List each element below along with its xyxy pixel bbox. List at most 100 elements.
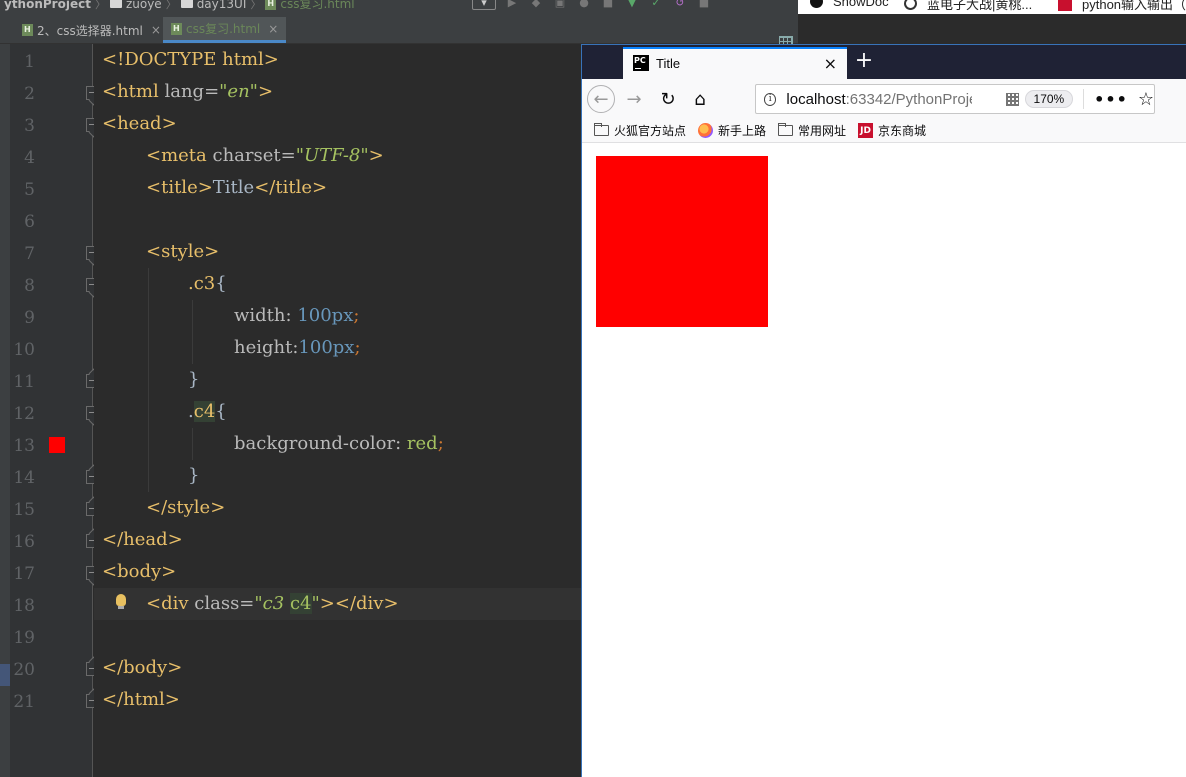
jd-icon: JD xyxy=(858,123,874,138)
line-number: 9 xyxy=(24,308,35,328)
breadcrumb-file[interactable]: css复习.html xyxy=(261,0,358,12)
back-button[interactable]: ← xyxy=(587,85,615,113)
vcs-commit-icon[interactable]: ✓ xyxy=(648,0,664,10)
color-swatch-icon[interactable] xyxy=(49,437,65,453)
qr-code-icon[interactable] xyxy=(1006,92,1019,106)
home-button[interactable]: ⌂ xyxy=(686,85,714,113)
code-line: </html> xyxy=(94,684,582,716)
run-icon[interactable]: ▶ xyxy=(504,0,520,10)
stop-icon[interactable]: ■ xyxy=(600,0,616,10)
red-div-box xyxy=(596,156,768,327)
code-content: <style> xyxy=(146,242,219,262)
bookmark-firefox-official[interactable]: 火狐官方站点 xyxy=(594,122,686,139)
code-line: background-color: red; xyxy=(94,428,582,460)
code-token: "c3 xyxy=(254,593,290,614)
code-line: </style> xyxy=(94,492,582,524)
debug-icon[interactable]: ◆ xyxy=(528,0,544,10)
lightbulb-icon[interactable] xyxy=(116,594,126,609)
bookmarks-toolbar: 火狐官方站点 新手上路 常用网址 JD 京东商城 xyxy=(582,119,1186,143)
browser-tab-bar: PC Title × + xyxy=(582,45,1186,79)
code-token: c4 xyxy=(193,401,216,422)
reload-button[interactable]: ↻ xyxy=(654,85,682,113)
bookmark-jd[interactable]: JD 京东商城 xyxy=(858,122,926,139)
close-icon[interactable]: × xyxy=(268,22,278,36)
code-token: charset= xyxy=(212,145,296,166)
code-token: </title> xyxy=(254,177,328,198)
code-token: c4 xyxy=(289,593,312,614)
line-number: 15 xyxy=(13,500,35,520)
bookmark-csdn[interactable]: python输入输出（ xyxy=(1058,0,1186,13)
tool-window-marker[interactable] xyxy=(0,664,10,686)
vcs-update-icon[interactable]: ▼ xyxy=(624,0,640,10)
folder-icon xyxy=(109,0,122,8)
code-line-current: <div class="c3 c4"></div> xyxy=(94,588,582,620)
browser-nav-bar: ← → ↻ ⌂ i localhost:63342/PythonProje 17… xyxy=(582,79,1186,119)
code-token: <style> xyxy=(146,241,220,262)
code-token: <html xyxy=(102,81,165,102)
bookmark-label: python输入输出（ xyxy=(1082,0,1186,12)
close-icon[interactable]: × xyxy=(824,54,837,73)
forward-button[interactable]: → xyxy=(620,85,648,113)
editor-tab-bar: 2、css选择器.html × css复习.html × xyxy=(0,14,798,50)
close-icon[interactable]: × xyxy=(151,23,161,37)
code-content: <html lang="en"> xyxy=(102,82,273,102)
code-token: lang= xyxy=(164,81,220,102)
ide-navigation-bar: ythonProject 〉 zuoye 〉 day13UI 〉 css复习.h… xyxy=(0,0,798,14)
stop-all-icon[interactable]: ■ xyxy=(696,0,712,10)
search-icon xyxy=(904,0,917,10)
code-content: background-color: red; xyxy=(234,434,444,454)
code-content: <div class="c3 c4"></div> xyxy=(146,593,399,614)
code-token: <div xyxy=(146,593,195,614)
code-token: </style> xyxy=(146,497,226,518)
url-text[interactable]: localhost:63342/PythonProje xyxy=(786,91,972,108)
ide-toolbar: ▾ ▶ ◆ ▣ ● ■ ▼ ✓ ↺ ■ xyxy=(472,0,712,10)
code-token: { xyxy=(215,401,227,422)
line-number: 11 xyxy=(13,372,35,392)
bookmark-showdoc[interactable]: ShowDoc xyxy=(810,0,889,9)
breadcrumb-label: zuoye xyxy=(125,0,162,11)
code-token: height: xyxy=(234,337,299,358)
vcs-history-icon[interactable]: ↺ xyxy=(672,0,688,10)
bookmark-getting-started[interactable]: 新手上路 xyxy=(698,122,766,139)
bookmark-label: 蓝电子大战|黄桃... xyxy=(927,0,1033,12)
breadcrumb-folder-day13[interactable]: day13UI xyxy=(177,0,251,11)
run-config-dropdown[interactable]: ▾ xyxy=(472,0,496,10)
page-actions-icon[interactable]: ••• xyxy=(1094,90,1128,109)
breadcrumb-folder-zuoye[interactable]: zuoye xyxy=(106,0,166,11)
bookmark-common-sites[interactable]: 常用网址 xyxy=(778,122,846,139)
browser-tab-title[interactable]: PC Title × xyxy=(623,47,847,79)
zoom-level-badge[interactable]: 170% xyxy=(1024,90,1074,108)
code-token: ; xyxy=(353,305,360,326)
bookmark-star-icon[interactable]: ☆ xyxy=(1138,89,1154,110)
breadcrumb-project[interactable]: ythonProject xyxy=(0,0,95,11)
tab-css-selectors[interactable]: 2、css选择器.html × xyxy=(14,17,169,43)
jd-icon-text: JD xyxy=(860,125,871,136)
tab-css-review[interactable]: css复习.html × xyxy=(163,17,287,43)
code-content: </style> xyxy=(146,498,225,518)
code-token: class= xyxy=(194,593,255,614)
info-icon[interactable]: i xyxy=(764,92,777,106)
line-number: 20 xyxy=(13,660,35,680)
code-line: <title>Title</title> xyxy=(94,172,582,204)
code-token: <body> xyxy=(102,561,177,582)
code-token: </head> xyxy=(102,529,183,550)
profile-icon[interactable]: ● xyxy=(576,0,592,10)
url-bar[interactable]: i localhost:63342/PythonProje 170% ••• ☆ xyxy=(755,84,1155,114)
code-token: width: xyxy=(234,305,298,326)
new-tab-button[interactable]: + xyxy=(852,50,876,74)
line-number: 4 xyxy=(24,148,35,168)
bookmark-search[interactable]: 蓝电子大战|黄桃... xyxy=(904,0,1032,13)
code-content: <title>Title</title> xyxy=(146,178,327,198)
code-line: <body> xyxy=(94,556,582,588)
code-token: } xyxy=(188,465,200,486)
folder-icon xyxy=(594,123,609,136)
code-editor[interactable]: <!DOCTYPE html> <html lang="en"> <head> … xyxy=(94,44,582,777)
code-token: } xyxy=(188,369,200,390)
line-number: 16 xyxy=(13,532,35,552)
page-viewport xyxy=(582,144,1186,777)
coverage-icon[interactable]: ▣ xyxy=(552,0,568,10)
line-number: 21 xyxy=(13,692,35,712)
code-line: <html lang="en"> xyxy=(94,76,582,108)
folder-icon xyxy=(180,0,193,8)
code-token: red xyxy=(406,433,438,454)
